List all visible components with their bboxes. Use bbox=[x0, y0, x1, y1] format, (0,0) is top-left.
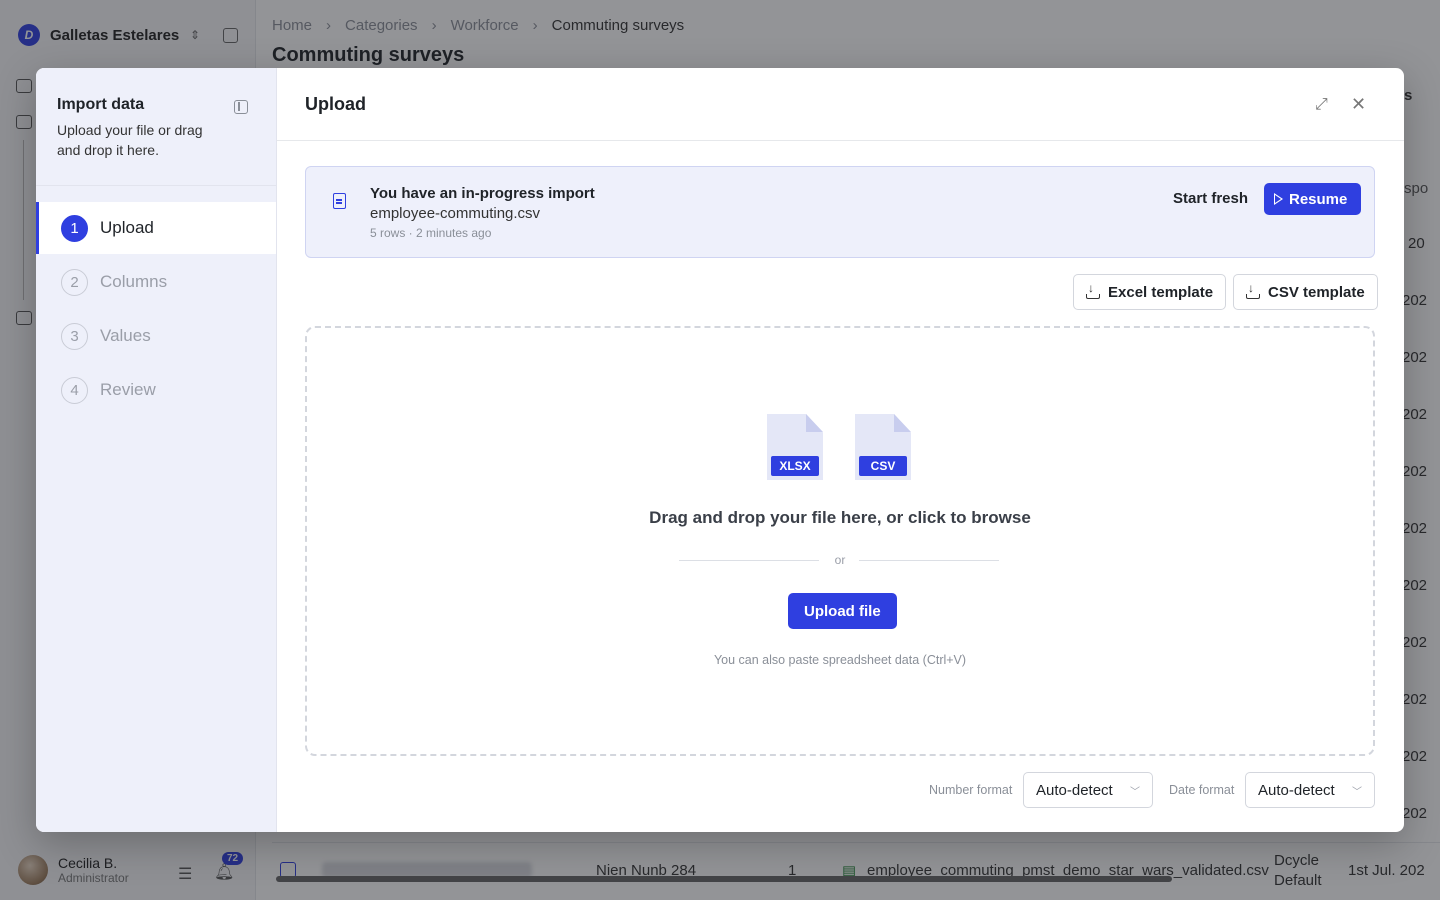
csv-template-button[interactable]: CSV template bbox=[1233, 274, 1378, 310]
excel-template-label: Excel template bbox=[1108, 283, 1214, 301]
resume-label: Resume bbox=[1289, 190, 1348, 208]
close-icon[interactable]: ✕ bbox=[1351, 94, 1366, 115]
in-progress-banner: You have an in-progress import employee-… bbox=[305, 166, 1375, 258]
document-icon bbox=[333, 193, 346, 209]
step-review[interactable]: 4 Review bbox=[36, 364, 276, 416]
expand-icon[interactable]: ⤢ bbox=[1315, 96, 1328, 114]
chevron-down-icon: ﹀ bbox=[1130, 786, 1140, 798]
import-sidebar: Import data Upload your file or drag and… bbox=[36, 68, 277, 832]
download-icon bbox=[1246, 281, 1260, 299]
step-label: Values bbox=[100, 326, 151, 345]
xlsx-tag: XLSX bbox=[771, 456, 819, 476]
step-label: Review bbox=[100, 380, 156, 399]
start-fresh-button[interactable]: Start fresh bbox=[1173, 190, 1248, 207]
step-upload[interactable]: 1 Upload bbox=[36, 202, 276, 254]
chevron-down-icon: ﹀ bbox=[1352, 786, 1362, 798]
step-columns[interactable]: 2 Columns bbox=[36, 256, 276, 308]
csv-template-label: CSV template bbox=[1268, 283, 1365, 301]
step-number: 2 bbox=[61, 268, 88, 296]
import-modal: Import data Upload your file or drag and… bbox=[36, 68, 1404, 832]
step-number: 4 bbox=[61, 376, 88, 404]
date-format-label: Date format bbox=[1169, 783, 1235, 797]
number-format-select[interactable]: Auto-detect ﹀ bbox=[1023, 772, 1153, 808]
modal-title: Upload bbox=[305, 94, 366, 114]
import-title: Import data bbox=[57, 96, 145, 113]
step-label: Upload bbox=[100, 218, 154, 237]
import-main: Upload ⤢ ✕ You have an in-progress impor… bbox=[277, 68, 1404, 832]
panel-collapse-icon[interactable] bbox=[234, 100, 248, 114]
step-number: 3 bbox=[61, 322, 88, 350]
import-subtitle: Upload your file or drag and drop it her… bbox=[57, 122, 203, 158]
step-list: 1 Upload 2 Columns 3 Values 4 Review bbox=[36, 202, 276, 416]
csv-tag: CSV bbox=[859, 456, 907, 476]
resume-button[interactable]: Resume bbox=[1264, 183, 1362, 215]
number-format-label: Number format bbox=[929, 783, 1013, 797]
modal-header: Upload ⤢ ✕ bbox=[277, 68, 1404, 141]
banner-meta: 5 rows · 2 minutes ago bbox=[370, 226, 492, 240]
date-format-value: Auto-detect bbox=[1258, 781, 1335, 799]
banner-title: You have an in-progress import bbox=[370, 185, 595, 202]
excel-template-button[interactable]: Excel template bbox=[1073, 274, 1227, 310]
download-icon bbox=[1086, 281, 1100, 299]
step-label: Columns bbox=[100, 272, 168, 291]
banner-filename: employee-commuting.csv bbox=[370, 205, 541, 222]
date-format-select[interactable]: Auto-detect ﹀ bbox=[1245, 772, 1375, 808]
upload-file-button[interactable]: Upload file bbox=[788, 593, 897, 629]
play-icon bbox=[1274, 193, 1283, 205]
file-fold bbox=[894, 414, 911, 432]
dropzone-instruction: Drag and drop your file here, or click t… bbox=[649, 508, 1031, 527]
number-format-value: Auto-detect bbox=[1036, 781, 1113, 799]
paste-hint: You can also paste spreadsheet data (Ctr… bbox=[713, 653, 967, 667]
divider-line bbox=[859, 560, 999, 561]
step-values[interactable]: 3 Values bbox=[36, 310, 276, 362]
step-number: 1 bbox=[61, 214, 88, 242]
or-separator: or bbox=[834, 553, 846, 567]
file-dropzone[interactable]: XLSX CSV Drag and drop your file here, o… bbox=[305, 326, 1375, 756]
file-fold bbox=[806, 414, 823, 432]
